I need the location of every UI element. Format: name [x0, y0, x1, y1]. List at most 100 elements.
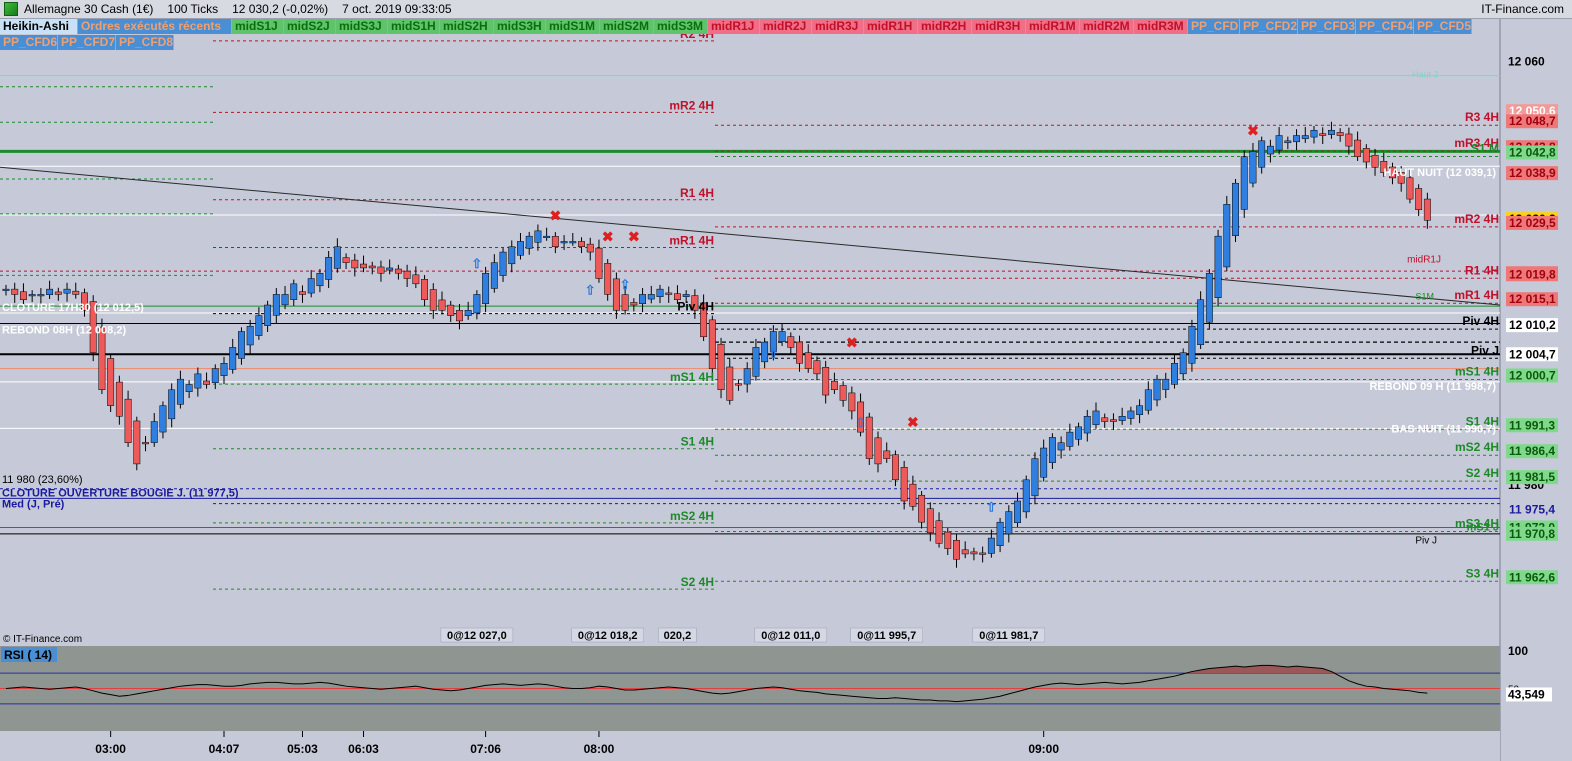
toolbar-button-midr3j[interactable]: midR3J [812, 19, 864, 34]
candle-body [72, 290, 80, 295]
candle-body [1205, 272, 1213, 323]
candle-body [961, 549, 969, 555]
right-level-label: S1 M [1471, 141, 1499, 155]
order-label: 0@12 018,2 [578, 630, 638, 642]
chart-area[interactable]: ✖✖✖✖✖✖⇧⇧⇧⇧⇧⇧ R2 4HmR2 4HR1 4HmR1 4HPiv 4… [0, 12, 1572, 761]
rsi-tick-100: 100 [1508, 644, 1528, 658]
candle-body [499, 251, 507, 276]
candle-body [159, 405, 167, 433]
title-bar: Allemagne 30 Cash (1€) 100 Ticks 12 030,… [0, 0, 1572, 19]
candle-body [813, 360, 821, 375]
app-icon [4, 2, 18, 16]
candle-body [316, 272, 324, 287]
candle-body [377, 266, 385, 274]
candle-body [717, 343, 725, 391]
candle-body [464, 310, 472, 316]
candle-body [368, 265, 376, 269]
toolbar-button-midr1h[interactable]: midR1H [864, 19, 918, 34]
price-box-label: 12 015,1 [1509, 292, 1556, 306]
instrument-title: Allemagne 30 Cash (1€) [24, 2, 154, 16]
price-box-label: 12 010,2 [1509, 318, 1556, 332]
toolbar-button-pp-cfd2[interactable]: PP_CFD2 [1240, 19, 1298, 34]
toolbar-button-midr3m[interactable]: midR3M [1134, 19, 1188, 34]
toolbar-button-mids1j[interactable]: midS1J [232, 19, 284, 34]
candle-body [1014, 500, 1021, 524]
candle-body [150, 421, 158, 443]
candle-body [1162, 378, 1170, 390]
toolbar-button-midr2j[interactable]: midR2J [760, 19, 812, 34]
x-tick-label: 07:06 [470, 742, 501, 756]
candle-body [438, 299, 446, 311]
candle-body [237, 331, 245, 359]
toolbar-button-mids3j[interactable]: midS3J [336, 19, 388, 34]
order-x-marker: ✖ [628, 228, 640, 244]
candle-body [578, 241, 585, 248]
toolbar-button-mids2j[interactable]: midS2J [284, 19, 336, 34]
candle-body [551, 236, 559, 248]
toolbar-button-pp-cfd6[interactable]: PP_CFD6 [0, 35, 58, 50]
candle-body [290, 283, 298, 300]
candle-body [778, 331, 786, 342]
x-tick-label: 08:00 [584, 742, 615, 756]
toolbar-button-mids3m[interactable]: midS3M [654, 19, 708, 34]
candle-body [682, 294, 690, 297]
candle-body [429, 289, 437, 311]
toolbar-button-midr2h[interactable]: midR2H [918, 19, 972, 34]
candle-body [211, 368, 219, 383]
candle-body [1153, 378, 1161, 401]
toolbar-button-midr1m[interactable]: midR1M [1026, 19, 1080, 34]
candle-body [229, 347, 237, 370]
interval-label: 100 Ticks [167, 2, 219, 16]
candle-body [1101, 417, 1109, 422]
candle-body [1136, 405, 1144, 415]
candle-body [944, 531, 952, 549]
toolbar-button-pp-cfd4[interactable]: PP_CFD4 [1356, 19, 1414, 34]
candle-body [1083, 415, 1091, 434]
candle-body [386, 267, 394, 271]
x-tick-label: 06:03 [348, 742, 379, 756]
candle-body [1362, 148, 1370, 163]
pivot-level-label: mS1 4H [670, 370, 714, 384]
toolbar-button-ordres-ex-cut-s-r-cents[interactable]: Ordres exécutés récents [78, 19, 232, 34]
candle-body [630, 302, 638, 306]
candle-body [1336, 132, 1344, 136]
pivot-level-label: R1 4H [680, 186, 714, 200]
toolbar-button-midr1j[interactable]: midR1J [708, 19, 760, 34]
x-tick-label: 09:00 [1028, 742, 1059, 756]
toolbar-button-heikin-ashi[interactable]: Heikin-Ashi [0, 19, 78, 34]
candle-body [569, 241, 577, 244]
toolbar-button-mids2m[interactable]: midS2M [600, 19, 654, 34]
toolbar-button-pp-cfd8[interactable]: PP_CFD8 [116, 35, 174, 50]
toolbar-button-mids2h[interactable]: midS2H [440, 19, 494, 34]
candle-body [891, 454, 899, 481]
toolbar-button-mids1m[interactable]: midS1M [546, 19, 600, 34]
right-level-label: mS1 4H [1455, 364, 1499, 378]
order-arrow-marker: ⇧ [986, 500, 997, 515]
toolbar-button-mids1h[interactable]: midS1H [388, 19, 440, 34]
candle-body [822, 366, 830, 396]
price-box-label: 12 029,5 [1509, 216, 1556, 230]
toolbar-button-mids3h[interactable]: midS3H [494, 19, 546, 34]
candle-body [333, 246, 341, 269]
candle-body [11, 288, 19, 295]
right-level-label: Piv J [1471, 343, 1499, 357]
x-tick-label: 04:07 [209, 742, 240, 756]
candle-body [360, 263, 367, 269]
toolbar-button-pp-cfd[interactable]: PP_CFD [1188, 19, 1240, 34]
candle-body [970, 551, 978, 555]
candle-body [1040, 447, 1048, 478]
right-level-label: mS2 4H [1455, 440, 1499, 454]
right-level-label: S2 4H [1466, 466, 1499, 480]
toolbar-button-pp-cfd3[interactable]: PP_CFD3 [1298, 19, 1356, 34]
chart-svg[interactable]: ✖✖✖✖✖✖⇧⇧⇧⇧⇧⇧ R2 4HmR2 4HR1 4HmR1 4HPiv 4… [0, 12, 1572, 761]
toolbar-button-pp-cfd7[interactable]: PP_CFD7 [58, 35, 116, 50]
toolbar-button-midr2m[interactable]: midR2M [1080, 19, 1134, 34]
toolbar-button-pp-cfd5[interactable]: PP_CFD5 [1414, 19, 1472, 34]
order-arrow-marker: ⇧ [855, 415, 866, 430]
rebond-08h-label: REBOND 08H (12 008,2) [2, 325, 126, 337]
candle-body [1310, 129, 1318, 138]
toolbar-button-midr3h[interactable]: midR3H [972, 19, 1026, 34]
candle-body [639, 294, 647, 304]
order-x-marker: ✖ [602, 228, 614, 244]
order-label: 0@11 981,7 [979, 630, 1038, 642]
